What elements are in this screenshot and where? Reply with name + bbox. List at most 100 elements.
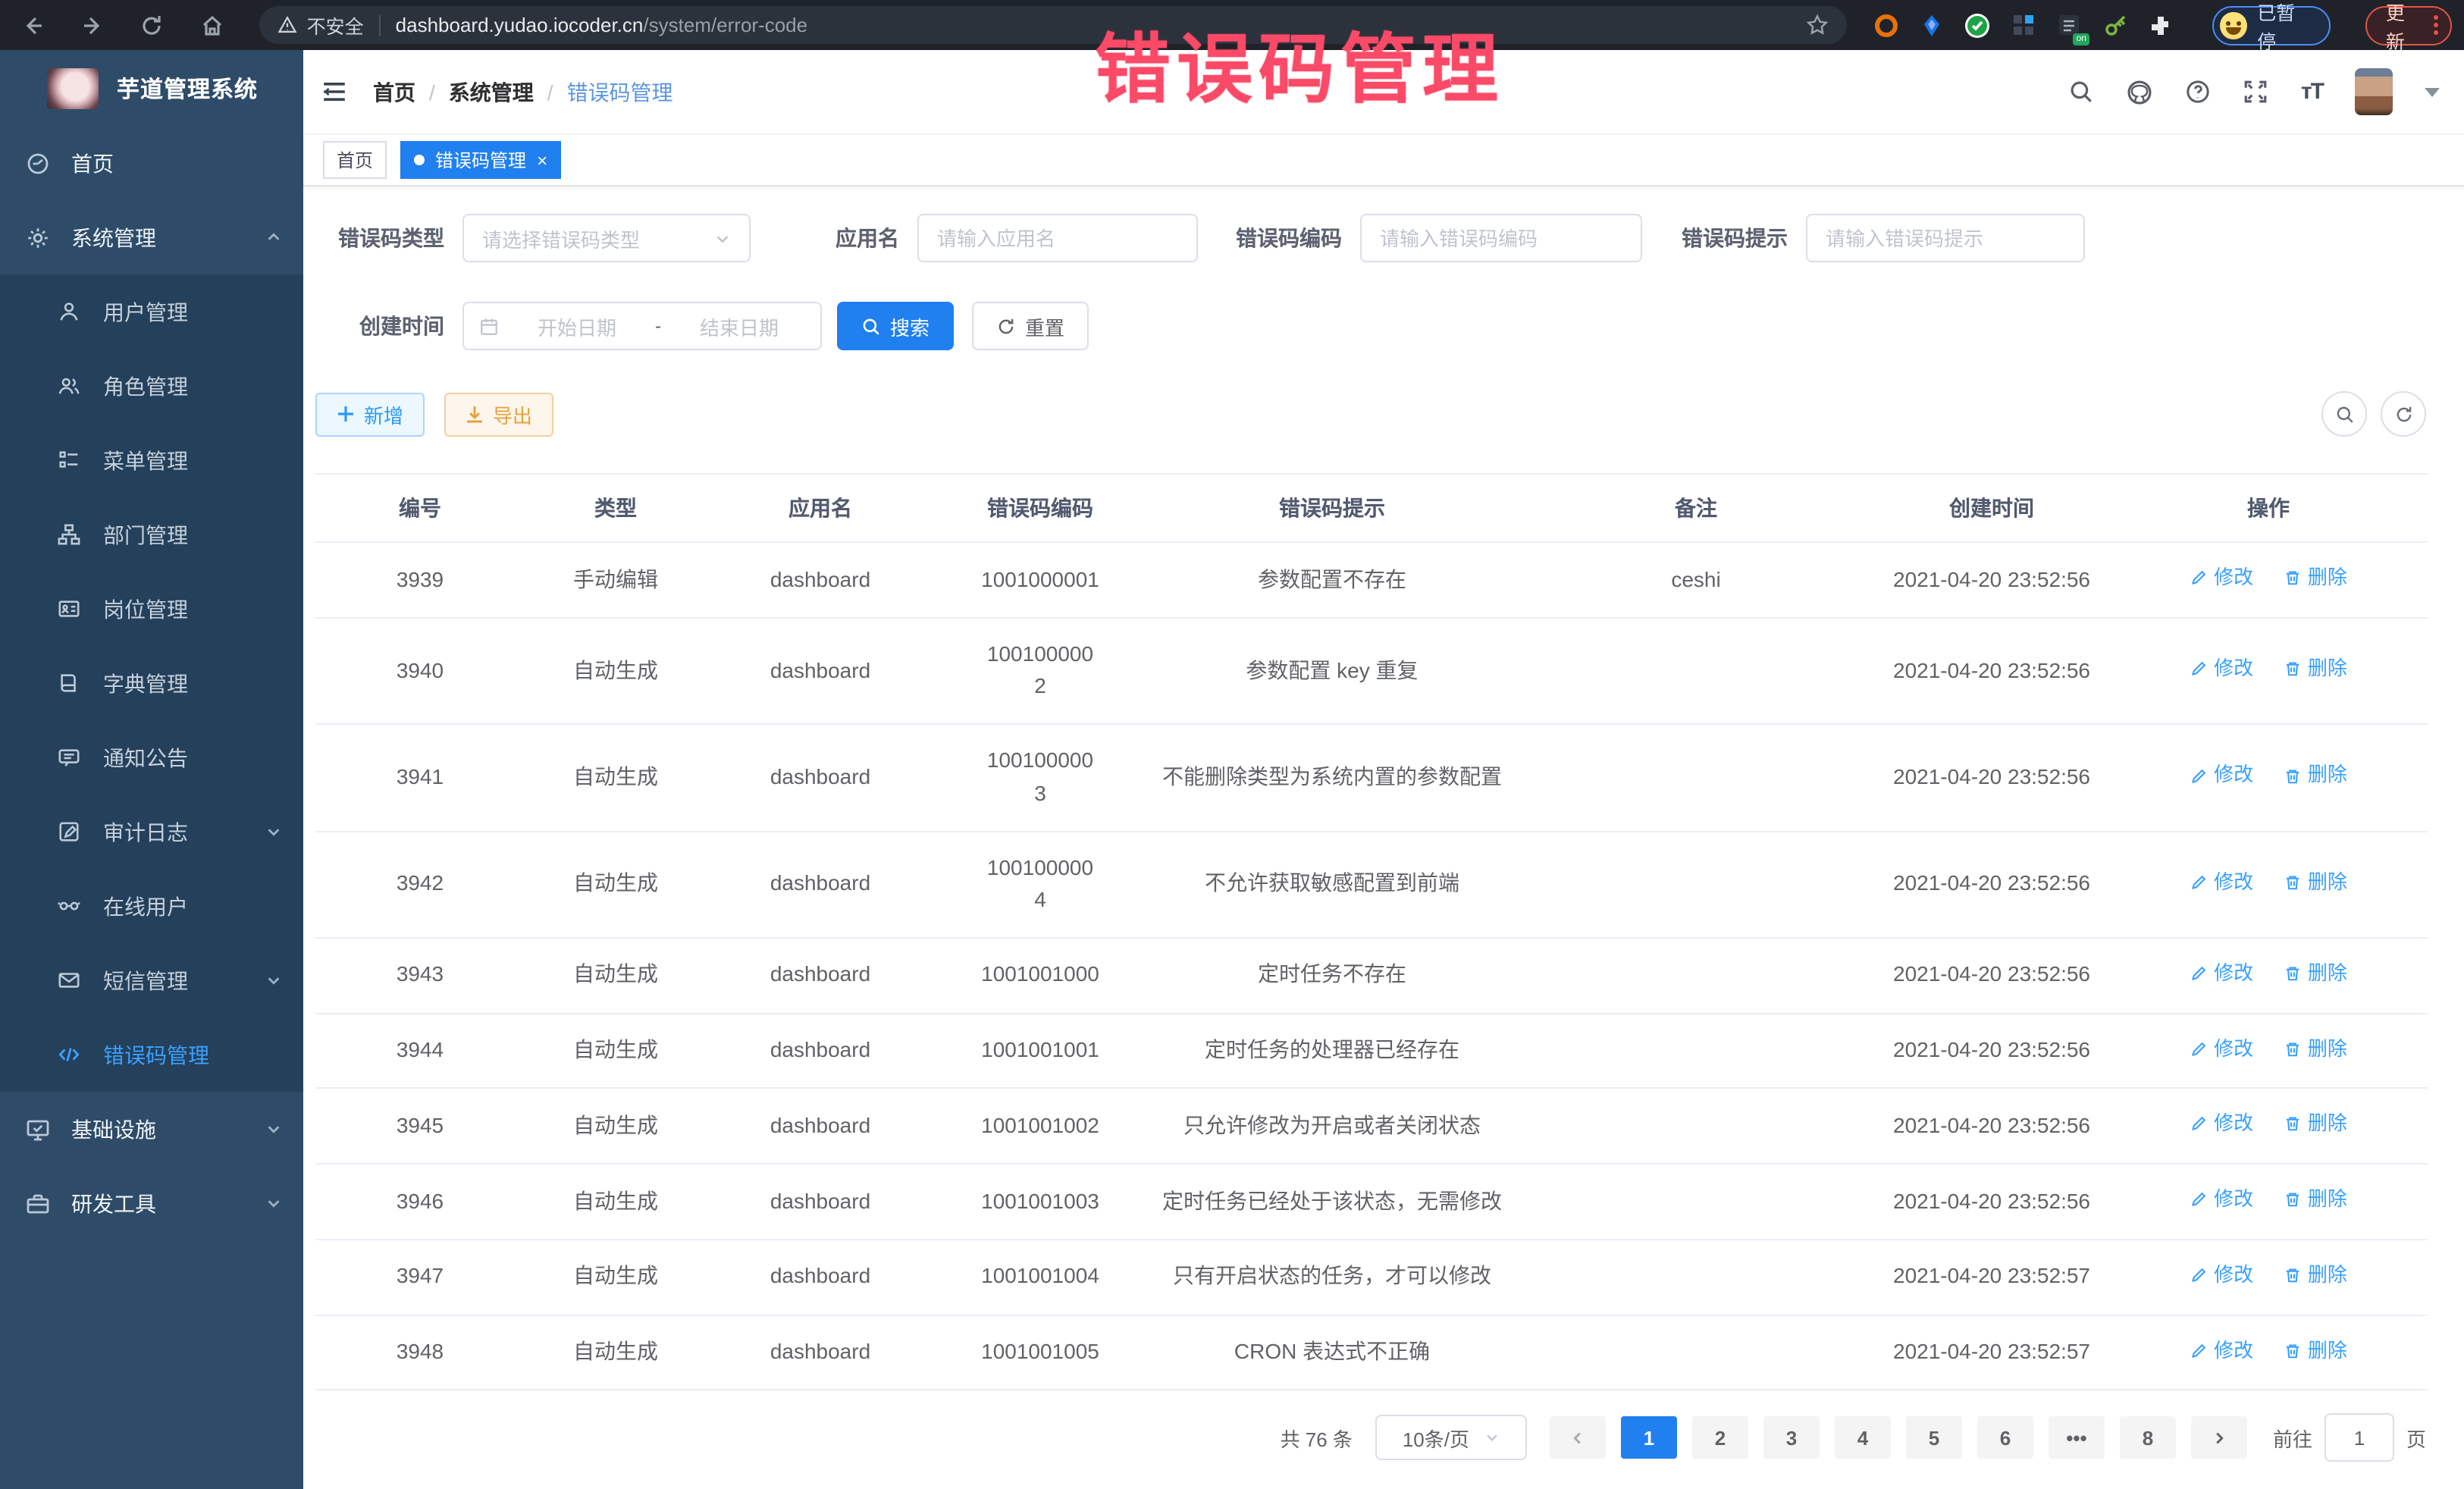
tag-error-code[interactable]: 错误码管理 × — [400, 141, 561, 179]
chevron-down-icon[interactable] — [2425, 87, 2440, 96]
edit-link[interactable]: 修改 — [2190, 1033, 2253, 1064]
help-icon[interactable] — [2186, 79, 2212, 105]
extension-green-icon[interactable] — [1963, 10, 1992, 40]
reload-icon[interactable] — [131, 5, 173, 45]
date-range-picker[interactable]: 开始日期 - 结束日期 — [462, 302, 822, 350]
chevron-down-icon — [1484, 1431, 1500, 1446]
prev-page-button[interactable] — [1550, 1417, 1606, 1459]
reset-button[interactable]: 重置 — [972, 302, 1089, 350]
font-size-icon[interactable]: тT — [2301, 79, 2323, 105]
edit-link[interactable]: 修改 — [2190, 958, 2253, 989]
edit-link[interactable]: 修改 — [2190, 1184, 2253, 1215]
col-id: 编号 — [315, 474, 525, 542]
app-logo-row[interactable]: 芋道管理系统 — [0, 50, 303, 126]
page-button[interactable]: ••• — [2049, 1417, 2105, 1459]
tag-home[interactable]: 首页 — [323, 141, 387, 179]
page-button[interactable]: 4 — [1835, 1417, 1891, 1459]
cell-msg: 定时任务已经处于该状态，无需修改 — [1146, 1164, 1518, 1240]
back-icon[interactable] — [12, 5, 54, 45]
extension-orange-icon[interactable] — [1871, 10, 1900, 40]
search-button[interactable]: 搜索 — [837, 302, 954, 350]
user-icon — [58, 300, 82, 323]
edit-link[interactable]: 修改 — [2190, 654, 2253, 684]
sidebar-item-departments[interactable]: 部门管理 — [0, 497, 303, 572]
app-name-input[interactable] — [917, 214, 1198, 262]
error-type-select[interactable]: 请选择错误码类型 — [462, 214, 751, 262]
delete-link[interactable]: 删除 — [2284, 1335, 2347, 1365]
error-code-input[interactable] — [1360, 214, 1642, 262]
browser-menu-icon[interactable] — [2434, 15, 2438, 35]
edit-link[interactable]: 修改 — [2190, 563, 2253, 593]
page-button[interactable]: 5 — [1906, 1417, 1962, 1459]
page-button[interactable]: 8 — [2120, 1417, 2176, 1459]
show-search-button[interactable] — [2321, 391, 2367, 437]
edit-link[interactable]: 修改 — [2190, 867, 2253, 898]
breadcrumb-home[interactable]: 首页 — [373, 77, 415, 107]
refresh-table-button[interactable] — [2381, 391, 2426, 437]
sidebar-item-error-code[interactable]: 错误码管理 — [0, 1017, 303, 1092]
delete-link[interactable]: 删除 — [2284, 760, 2347, 791]
cell-ops: 修改 删除 — [2109, 1240, 2428, 1315]
goto-page-input[interactable] — [2324, 1414, 2394, 1462]
delete-link[interactable]: 删除 — [2284, 1184, 2347, 1215]
home-icon[interactable] — [191, 5, 233, 45]
add-button[interactable]: 新增 — [315, 392, 425, 436]
security-warning[interactable]: 不安全 — [278, 11, 364, 39]
next-page-button[interactable] — [2191, 1417, 2247, 1459]
edit-link[interactable]: 修改 — [2190, 1109, 2253, 1139]
github-icon[interactable] — [2127, 78, 2154, 105]
page-button[interactable]: 6 — [1977, 1417, 2033, 1459]
breadcrumb: 首页 / 系统管理 / 错误码管理 — [373, 77, 673, 107]
sidebar-item-users[interactable]: 用户管理 — [0, 274, 303, 349]
close-icon[interactable]: × — [537, 151, 547, 169]
breadcrumb-system[interactable]: 系统管理 — [449, 77, 534, 107]
cell-ops: 修改 删除 — [2109, 1013, 2428, 1089]
sidebar-item-sms[interactable]: 短信管理 — [0, 943, 303, 1017]
forward-icon[interactable] — [72, 5, 114, 45]
page-button[interactable]: 3 — [1763, 1417, 1820, 1459]
edit-link[interactable]: 修改 — [2190, 760, 2253, 791]
browser-update-button[interactable]: 更新 — [2366, 5, 2452, 45]
delete-link[interactable]: 删除 — [2284, 654, 2347, 684]
extensions-puzzle-icon[interactable] — [2146, 10, 2174, 40]
sidebar-item-home[interactable]: 首页 — [0, 126, 303, 200]
download-icon — [466, 405, 484, 423]
cell-ops: 修改 删除 — [2109, 1089, 2428, 1165]
delete-link[interactable]: 删除 — [2284, 958, 2347, 989]
delete-link[interactable]: 删除 — [2284, 1109, 2347, 1139]
sidebar-item-roles[interactable]: 角色管理 — [0, 349, 303, 423]
trash-icon — [2284, 964, 2302, 983]
fullscreen-icon[interactable] — [2243, 79, 2269, 105]
delete-link[interactable]: 删除 — [2284, 1260, 2347, 1290]
delete-link[interactable]: 删除 — [2284, 563, 2347, 593]
delete-link[interactable]: 删除 — [2284, 1033, 2347, 1064]
extension-key-icon[interactable] — [2100, 10, 2129, 40]
sidebar-item-menus[interactable]: 菜单管理 — [0, 423, 303, 497]
bookmark-star-icon[interactable] — [1806, 14, 1829, 36]
edit-link[interactable]: 修改 — [2190, 1260, 2253, 1290]
delete-link[interactable]: 删除 — [2284, 867, 2347, 898]
page-size-select[interactable]: 10条/页 — [1375, 1415, 1527, 1461]
search-icon[interactable] — [2069, 79, 2095, 105]
error-msg-input[interactable] — [1806, 214, 2085, 262]
extension-pin-icon[interactable] — [1917, 10, 1945, 40]
edit-link[interactable]: 修改 — [2190, 1335, 2253, 1365]
avatar[interactable] — [2355, 68, 2393, 115]
export-button[interactable]: 导出 — [444, 392, 553, 436]
hamburger-icon[interactable] — [321, 79, 347, 105]
sidebar-item-system[interactable]: 系统管理 — [0, 200, 303, 274]
sidebar-item-infra[interactable]: 基础设施 — [0, 1092, 303, 1166]
sidebar-item-dev-tools[interactable]: 研发工具 — [0, 1166, 303, 1240]
sidebar-item-posts[interactable]: 岗位管理 — [0, 572, 303, 646]
sidebar-item-audit-log[interactable]: 审计日志 — [0, 795, 303, 869]
sidebar-item-online-users[interactable]: 在线用户 — [0, 869, 303, 943]
sidebar-item-dict[interactable]: 字典管理 — [0, 646, 303, 720]
url-bar[interactable]: 不安全 dashboard.yudao.iocoder.cn/system/er… — [260, 6, 1847, 44]
extension-list-icon[interactable]: on — [2055, 10, 2083, 40]
col-code: 错误码编码 — [934, 474, 1146, 542]
sidebar-item-notice[interactable]: 通知公告 — [0, 720, 303, 795]
extension-grid-icon[interactable] — [2008, 10, 2037, 40]
page-button[interactable]: 1 — [1621, 1417, 1677, 1459]
profile-paused-pill[interactable]: 已暂停 — [2213, 5, 2331, 45]
page-button[interactable]: 2 — [1692, 1417, 1748, 1459]
